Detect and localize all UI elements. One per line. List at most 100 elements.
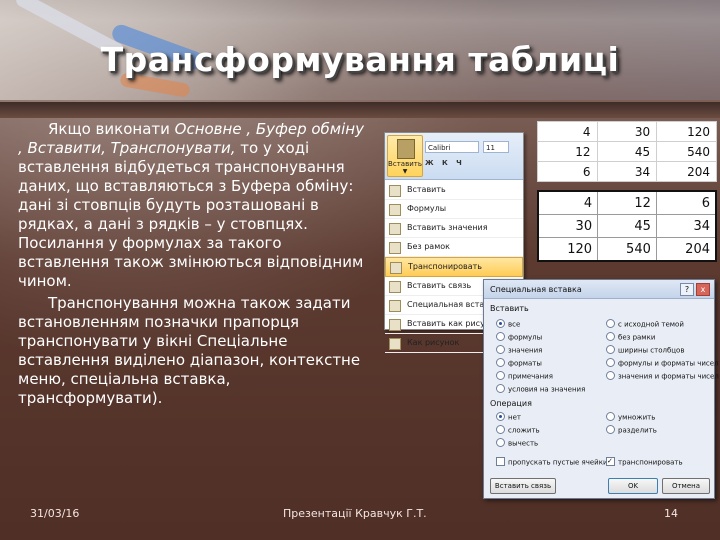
radio-icon bbox=[496, 425, 505, 434]
paragraph-2: Транспонування можна також задати встано… bbox=[18, 294, 361, 407]
title-band bbox=[0, 102, 720, 118]
option-op-multiply[interactable]: умножить bbox=[606, 412, 656, 422]
menu-item-label: Транспонировать bbox=[408, 262, 483, 271]
table-cell: 12 bbox=[537, 141, 598, 162]
option-label: пропускать пустые ячейки bbox=[508, 458, 608, 467]
option-formulas-number-formats[interactable]: формулы и форматы чисел bbox=[606, 358, 719, 368]
paste-link-button[interactable]: Вставить связь bbox=[490, 478, 556, 494]
link-icon bbox=[389, 281, 401, 293]
table-cell: 6 bbox=[537, 161, 598, 182]
table-cell: 4 bbox=[537, 121, 598, 142]
table-cell: 540 bbox=[656, 141, 717, 162]
option-label: умножить bbox=[618, 413, 656, 422]
transposed-table: 4 12 6 30 45 34 120 540 204 bbox=[537, 190, 717, 262]
option-op-none[interactable]: нет bbox=[496, 412, 521, 422]
format-buttons[interactable]: Ж К Ч bbox=[425, 159, 465, 167]
dialog-title: Специальная вставка bbox=[490, 285, 582, 294]
paste-icon bbox=[389, 185, 401, 197]
option-op-add[interactable]: сложить bbox=[496, 425, 540, 435]
picture-link-icon bbox=[389, 319, 401, 331]
option-formulas[interactable]: формулы bbox=[496, 332, 543, 342]
menu-item-transpose[interactable]: Транспонировать bbox=[385, 257, 523, 277]
option-source-theme[interactable]: с исходной темой bbox=[606, 319, 684, 329]
option-label: нет bbox=[508, 413, 521, 422]
option-label: значения bbox=[508, 346, 543, 355]
option-no-border[interactable]: без рамки bbox=[606, 332, 655, 342]
transpose-icon bbox=[390, 262, 402, 274]
table-row: 12 45 540 bbox=[537, 141, 717, 162]
option-values-number-formats[interactable]: значения и форматы чисел bbox=[606, 371, 719, 381]
option-label: сложить bbox=[508, 426, 540, 435]
checkbox-checked-icon: ✓ bbox=[606, 457, 615, 466]
radio-icon bbox=[606, 358, 615, 367]
menu-item-label: Вставить связь bbox=[407, 281, 472, 290]
paragraph-1-rest: то у ході вставлення відбудеться транспо… bbox=[18, 139, 364, 290]
footer-author: Презентації Кравчук Г.Т. bbox=[283, 507, 427, 520]
radio-icon bbox=[496, 371, 505, 380]
radio-icon bbox=[496, 345, 505, 354]
font-size-box[interactable]: 11 bbox=[483, 141, 509, 153]
paste-button[interactable]: Вставить ▼ bbox=[387, 135, 423, 177]
table-cell: 6 bbox=[655, 190, 717, 215]
option-label: формулы bbox=[508, 333, 543, 342]
option-label: вычесть bbox=[508, 439, 539, 448]
radio-selected-icon bbox=[496, 319, 505, 328]
option-op-subtract[interactable]: вычесть bbox=[496, 438, 539, 448]
table-row: 30 45 34 bbox=[537, 214, 717, 238]
slide-title: Трансформування таблиці bbox=[100, 40, 620, 79]
no-borders-icon bbox=[389, 242, 401, 254]
footer-page-number: 14 bbox=[664, 507, 678, 520]
option-all[interactable]: все bbox=[496, 319, 521, 329]
option-label: ширины столбцов bbox=[618, 346, 685, 355]
paste-special-dialog: Специальная вставка ? x Вставить все фор… bbox=[483, 279, 719, 499]
option-validation[interactable]: условия на значения bbox=[496, 384, 585, 394]
option-op-divide[interactable]: разделить bbox=[606, 425, 657, 435]
radio-icon bbox=[606, 412, 615, 421]
values-icon bbox=[389, 223, 401, 235]
dialog-title-bar: Специальная вставка ? x bbox=[484, 280, 714, 299]
menu-item-no-borders[interactable]: Без рамок bbox=[385, 238, 523, 257]
table-cell: 45 bbox=[597, 214, 657, 238]
checkbox-icon bbox=[496, 457, 505, 466]
option-label: примечания bbox=[508, 372, 553, 381]
table-cell: 12 bbox=[597, 190, 657, 215]
chevron-down-icon[interactable]: ▼ bbox=[388, 168, 422, 175]
help-button[interactable]: ? bbox=[680, 283, 694, 296]
clipboard-icon bbox=[397, 139, 415, 159]
option-column-widths[interactable]: ширины столбцов bbox=[606, 345, 685, 355]
menu-item-paste-values[interactable]: Вставить значения bbox=[385, 219, 523, 238]
font-name-box[interactable]: Calibri bbox=[425, 141, 479, 153]
option-formats[interactable]: форматы bbox=[496, 358, 542, 368]
skip-blanks-checkbox[interactable]: пропускать пустые ячейки bbox=[496, 457, 608, 467]
radio-icon bbox=[606, 319, 615, 328]
radio-icon bbox=[606, 371, 615, 380]
menu-item-paste[interactable]: Вставить bbox=[385, 181, 523, 200]
table-cell: 45 bbox=[596, 141, 658, 162]
option-label: форматы bbox=[508, 359, 542, 368]
radio-icon bbox=[496, 358, 505, 367]
ribbon: Вставить ▼ Calibri 11 Ж К Ч bbox=[385, 133, 523, 180]
option-label: с исходной темой bbox=[618, 320, 684, 329]
option-label: все bbox=[508, 320, 521, 329]
menu-item-label: Без рамок bbox=[407, 242, 450, 251]
transpose-checkbox[interactable]: ✓ транспонировать bbox=[606, 457, 683, 467]
ok-button[interactable]: OK bbox=[608, 478, 658, 494]
option-comments[interactable]: примечания bbox=[496, 371, 553, 381]
paragraph-1: Якщо виконати Основне , Буфер обміну , В… bbox=[18, 120, 373, 291]
table-row: 4 30 120 bbox=[537, 121, 717, 142]
menu-item-formulas[interactable]: Формулы bbox=[385, 200, 523, 219]
table-cell: 34 bbox=[655, 214, 717, 238]
table-cell: 30 bbox=[537, 214, 599, 238]
formulas-icon bbox=[389, 204, 401, 216]
table-cell: 120 bbox=[656, 121, 717, 142]
close-button[interactable]: x bbox=[696, 283, 710, 296]
picture-icon bbox=[389, 338, 401, 350]
slide-body: Якщо виконати Основне , Буфер обміну , В… bbox=[18, 120, 373, 411]
table-cell: 30 bbox=[596, 121, 658, 142]
option-values[interactable]: значения bbox=[496, 345, 543, 355]
menu-item-label: Формулы bbox=[407, 204, 447, 213]
original-table: 4 30 120 12 45 540 6 34 204 bbox=[537, 121, 717, 182]
cancel-button[interactable]: Отмена bbox=[662, 478, 710, 494]
radio-icon bbox=[606, 425, 615, 434]
menu-item-label: Как рисунок bbox=[407, 338, 460, 347]
